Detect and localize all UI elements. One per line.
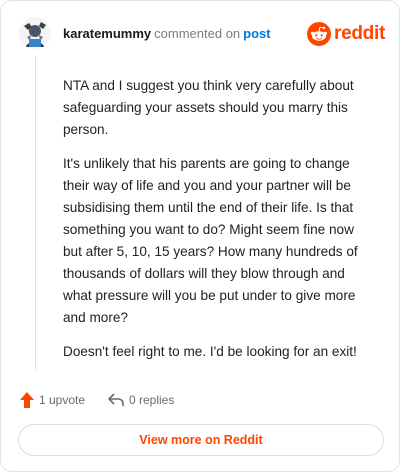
reddit-snoo-icon (307, 22, 331, 46)
reddit-wordmark: reddit (334, 23, 385, 44)
replies-button[interactable]: 0 replies (107, 389, 174, 411)
username-link[interactable]: karatemummy (63, 26, 151, 41)
comment-paragraph: Doesn't feel right to me. I'd be looking… (63, 344, 357, 359)
reply-arrow-icon (108, 393, 124, 406)
upvote-count: 1 upvote (39, 393, 86, 407)
comment-actions: 1 upvote 0 replies (19, 389, 319, 411)
comment-meta: karatemummy commented on post (63, 26, 271, 42)
comment-header: karatemummy commented on post reddit (19, 17, 385, 51)
reddit-comment-embed: karatemummy commented on post reddit NTA a… (0, 0, 400, 472)
commented-on-text: commented on (154, 26, 241, 41)
user-avatar-icon (19, 17, 51, 49)
replies-count: 0 replies (129, 393, 175, 407)
thread-line (35, 57, 36, 371)
post-link[interactable]: post (243, 26, 270, 41)
avatar[interactable] (19, 17, 51, 49)
comment-paragraph: NTA and I suggest you think very careful… (63, 78, 354, 137)
comment-body: NTA and I suggest you think very careful… (63, 75, 373, 375)
upvote-arrow-icon (20, 392, 34, 408)
upvote-button[interactable]: 1 upvote (19, 389, 85, 411)
comment-paragraph: It's unlikely that his parents are going… (63, 156, 358, 325)
view-more-button[interactable]: View more on Reddit (18, 424, 384, 456)
reddit-logo[interactable]: reddit (307, 20, 385, 48)
